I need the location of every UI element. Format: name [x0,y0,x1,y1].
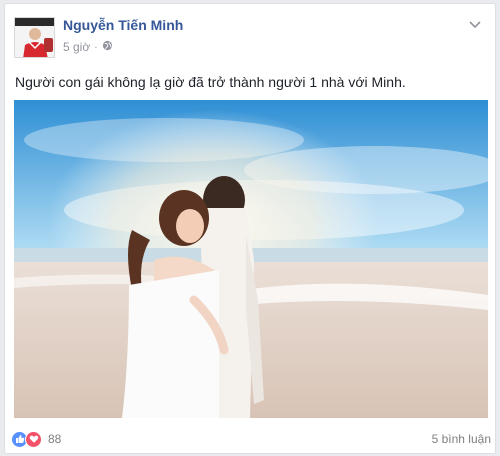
avatar[interactable] [14,17,55,58]
comment-count[interactable]: 5 bình luận [432,432,491,446]
globe-icon[interactable] [102,40,113,54]
post-caption: Người con gái không lạ giờ đã trở thành … [15,74,406,90]
author-name[interactable]: Nguyễn Tiến Minh [63,17,183,33]
post-footer: 88 5 bình luận [11,429,491,449]
reaction-count[interactable]: 88 [48,432,61,446]
post-photo[interactable] [14,100,488,418]
post-time[interactable]: 5 giờ [63,40,90,54]
separator-dot: · [94,41,98,53]
facebook-post: Nguyễn Tiến Minh 5 giờ · Người con gái k… [4,3,496,454]
chevron-down-icon[interactable] [467,18,483,30]
reactions[interactable]: 88 [11,430,61,448]
post-meta: 5 giờ · [63,40,113,54]
love-icon [25,430,42,448]
